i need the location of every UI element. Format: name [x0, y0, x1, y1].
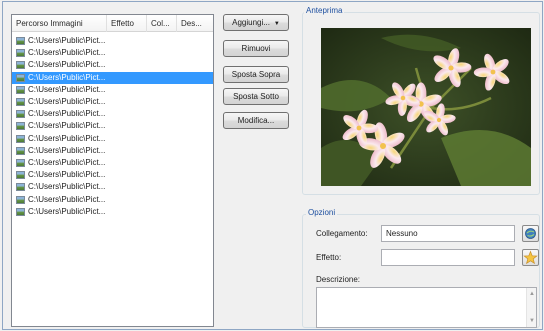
list-header: Percorso Immagini Effetto Col... Des...: [12, 15, 213, 32]
flower-photo: [321, 28, 531, 186]
effect-label: Effetto:: [316, 253, 342, 262]
list-item-path: C:\Users\Public\Pict...: [28, 133, 106, 143]
list-item-path: C:\Users\Public\Pict...: [28, 109, 106, 119]
image-file-icon: [16, 49, 25, 58]
image-list[interactable]: Percorso Immagini Effetto Col... Des... …: [11, 14, 214, 327]
column-header-path[interactable]: Percorso Immagini: [12, 15, 107, 32]
image-file-icon: [16, 85, 25, 94]
link-field[interactable]: Nessuno: [381, 225, 515, 242]
image-file-icon: [16, 61, 25, 70]
image-file-icon: [16, 37, 25, 46]
options-group-title: Opzioni: [306, 208, 338, 218]
list-item[interactable]: C:\Users\Public\Pict...: [12, 71, 213, 84]
image-file-icon: [16, 207, 25, 216]
image-file-icon: [16, 158, 25, 167]
image-file-icon: [16, 146, 25, 155]
image-file-icon: [16, 73, 25, 82]
star-icon: [523, 250, 538, 265]
list-item[interactable]: C:\Users\Public\Pict...: [12, 84, 213, 96]
list-item[interactable]: C:\Users\Public\Pict...: [12, 145, 213, 157]
preview-image: [321, 28, 531, 186]
list-item[interactable]: C:\Users\Public\Pict...: [12, 120, 213, 132]
list-item[interactable]: C:\Users\Public\Pict...: [12, 108, 213, 120]
edit-button[interactable]: Modifica...: [223, 112, 289, 129]
list-item[interactable]: C:\Users\Public\Pict...: [12, 47, 213, 59]
list-item[interactable]: C:\Users\Public\Pict...: [12, 133, 213, 145]
description-label: Descrizione:: [316, 275, 361, 284]
image-file-icon: [16, 134, 25, 143]
list-item-path: C:\Users\Public\Pict...: [28, 48, 106, 58]
image-file-icon: [16, 122, 25, 131]
list-item-path: C:\Users\Public\Pict...: [28, 121, 106, 131]
list-item-path: C:\Users\Public\Pict...: [28, 157, 106, 167]
list-item[interactable]: C:\Users\Public\Pict...: [12, 169, 213, 181]
list-item[interactable]: C:\Users\Public\Pict...: [12, 193, 213, 205]
list-item-path: C:\Users\Public\Pict...: [28, 194, 106, 204]
list-item-path: C:\Users\Public\Pict...: [28, 97, 106, 107]
link-label: Collegamento:: [316, 229, 368, 238]
list-item-path: C:\Users\Public\Pict...: [28, 60, 106, 70]
scroll-up-arrow-icon[interactable]: ▲: [527, 289, 537, 299]
list-item[interactable]: C:\Users\Public\Pict...: [12, 59, 213, 71]
image-file-icon: [16, 98, 25, 107]
list-item-path: C:\Users\Public\Pict...: [28, 84, 106, 94]
image-file-icon: [16, 110, 25, 119]
description-textarea[interactable]: ▲ ▼: [316, 287, 537, 328]
image-file-icon: [16, 183, 25, 192]
list-item-path: C:\Users\Public\Pict...: [28, 182, 106, 192]
list-item[interactable]: C:\Users\Public\Pict...: [12, 206, 213, 218]
column-header-description[interactable]: Des...: [177, 15, 215, 32]
list-item[interactable]: C:\Users\Public\Pict...: [12, 157, 213, 169]
column-header-color[interactable]: Col...: [147, 15, 177, 32]
add-button[interactable]: Aggiungi... ▼: [223, 14, 289, 31]
effect-browse-button[interactable]: [522, 249, 539, 266]
globe-link-icon: [525, 228, 536, 239]
list-item-path: C:\Users\Public\Pict...: [28, 145, 106, 155]
preview-group-title: Anteprima: [304, 6, 345, 16]
column-header-effect[interactable]: Effetto: [107, 15, 147, 32]
list-item-path: C:\Users\Public\Pict...: [28, 206, 106, 216]
list-item-path: C:\Users\Public\Pict...: [28, 36, 106, 46]
move-down-button[interactable]: Sposta Sotto: [223, 88, 289, 105]
move-up-button[interactable]: Sposta Sopra: [223, 66, 289, 83]
scroll-down-arrow-icon[interactable]: ▼: [527, 316, 537, 326]
dropdown-arrow-icon: ▼: [273, 21, 280, 27]
image-file-icon: [16, 195, 25, 204]
effect-field[interactable]: [381, 249, 515, 266]
add-button-label: Aggiungi...: [232, 18, 270, 27]
list-rows: C:\Users\Public\Pict... C:\Users\Public\P…: [12, 35, 213, 218]
list-item[interactable]: C:\Users\Public\Pict...: [12, 35, 213, 47]
image-file-icon: [16, 171, 25, 180]
list-item[interactable]: C:\Users\Public\Pict...: [12, 181, 213, 193]
description-scrollbar[interactable]: ▲ ▼: [526, 288, 536, 327]
list-item[interactable]: C:\Users\Public\Pict...: [12, 96, 213, 108]
remove-button[interactable]: Rimuovi: [223, 40, 289, 57]
list-item-path: C:\Users\Public\Pict...: [28, 72, 106, 82]
list-item-path: C:\Users\Public\Pict...: [28, 170, 106, 180]
link-browse-button[interactable]: [522, 225, 539, 242]
